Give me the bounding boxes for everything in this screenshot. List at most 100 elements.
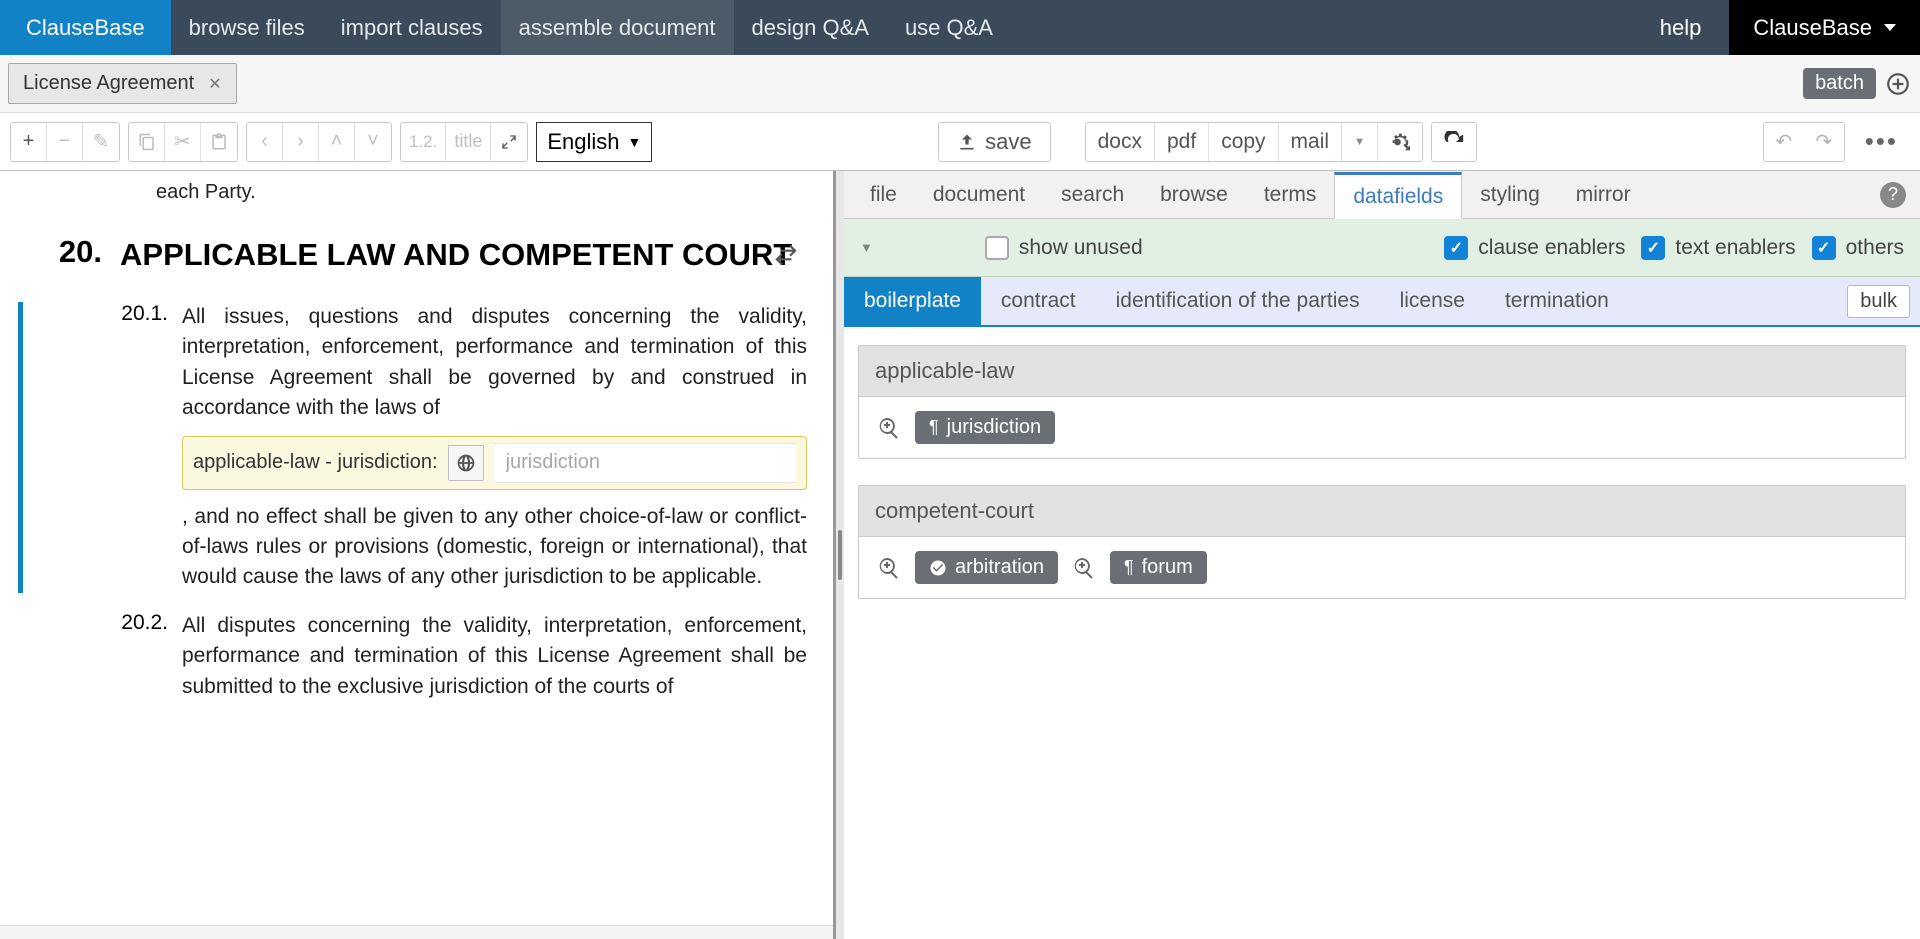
others-toggle[interactable]: others [1812, 236, 1904, 260]
doc-tab[interactable]: License Agreement ✕ [8, 63, 237, 104]
checkbox-checked[interactable] [1641, 236, 1665, 260]
clause-enablers-toggle[interactable]: clause enablers [1444, 236, 1625, 260]
bulk-button[interactable]: bulk [1847, 285, 1910, 318]
horizontal-scrollbar[interactable] [0, 925, 833, 939]
add-document-button[interactable] [1884, 70, 1912, 98]
nav-use-qa[interactable]: use Q&A [887, 0, 1011, 55]
collapse-button[interactable] [491, 123, 527, 161]
category-tabs: boilerplate contract identification of t… [844, 277, 1920, 327]
others-label: others [1846, 236, 1904, 260]
top-nav: ClauseBase browse files import clauses a… [0, 0, 1920, 55]
redo-button[interactable]: ↷ [1804, 123, 1844, 161]
zoom-icon[interactable] [875, 414, 903, 442]
filter-dropdown[interactable]: ▼ [860, 240, 873, 255]
export-settings[interactable] [1378, 123, 1422, 161]
export-mail[interactable]: mail [1279, 123, 1343, 161]
cat-contract[interactable]: contract [981, 277, 1096, 325]
paste-button[interactable] [201, 123, 237, 161]
document-scroll[interactable]: each Party. 20. APPLICABLE LAW AND COMPE… [0, 171, 833, 925]
copy-button[interactable] [129, 123, 165, 161]
checkbox-checked[interactable] [1444, 236, 1468, 260]
clause-body[interactable]: All disputes concerning the validity, in… [182, 611, 807, 702]
nav-import-clauses[interactable]: import clauses [323, 0, 501, 55]
up-button[interactable]: ˄ [319, 123, 355, 161]
save-button[interactable]: save [938, 122, 1050, 162]
save-label: save [985, 129, 1031, 155]
section-number: 20. [46, 234, 102, 270]
help-link[interactable]: help [1632, 0, 1730, 55]
next-button[interactable]: › [283, 123, 319, 161]
more-button[interactable]: ••• [1853, 126, 1910, 157]
cat-termination[interactable]: termination [1485, 277, 1629, 325]
show-unused-toggle[interactable]: show unused [985, 236, 1143, 260]
export-group: docx pdf copy mail ▼ [1085, 122, 1423, 162]
right-pane: file document search browse terms datafi… [844, 171, 1920, 939]
edit-button[interactable]: ✎ [83, 123, 119, 161]
tab-file[interactable]: file [852, 171, 915, 218]
language-select[interactable]: English ▼ [536, 122, 652, 162]
clause-enablers-label: clause enablers [1478, 236, 1625, 260]
toolbar: + − ✎ ✂ ‹ › ˄ ˅ 1.2. title English ▼ sav… [0, 113, 1920, 171]
nav-design-qa[interactable]: design Q&A [734, 0, 887, 55]
pill-forum[interactable]: ¶ forum [1110, 551, 1207, 584]
show-unused-label: show unused [1019, 236, 1143, 260]
tab-styling[interactable]: styling [1462, 171, 1558, 218]
brand-dropdown[interactable]: ClauseBase [1729, 0, 1920, 55]
jurisdiction-input[interactable] [494, 443, 796, 483]
tab-search[interactable]: search [1043, 171, 1142, 218]
clause-number: 20.1. [114, 302, 168, 326]
export-dropdown[interactable]: ▼ [1342, 123, 1378, 161]
cat-license[interactable]: license [1380, 277, 1485, 325]
logo: ClauseBase [0, 0, 171, 55]
refresh-button[interactable] [1431, 122, 1477, 162]
clause-text-b: , and no effect shall be given to any ot… [182, 505, 807, 589]
df-group-applicable-law: applicable-law ¶ jurisdiction [858, 345, 1906, 459]
checkbox-unchecked[interactable] [985, 236, 1009, 260]
help-icon[interactable]: ? [1880, 182, 1906, 208]
numbering-button[interactable]: 1.2. [401, 123, 446, 161]
undo-button[interactable]: ↶ [1764, 123, 1804, 161]
pill-label: jurisdiction [947, 416, 1041, 439]
swap-icon[interactable] [773, 242, 799, 271]
text-enablers-label: text enablers [1675, 236, 1795, 260]
df-group-title: competent-court [859, 486, 1905, 537]
close-icon[interactable]: ✕ [208, 74, 221, 94]
cat-boilerplate[interactable]: boilerplate [844, 277, 981, 325]
batch-button[interactable]: batch [1803, 68, 1876, 99]
tab-terms[interactable]: terms [1246, 171, 1335, 218]
pane-splitter[interactable] [836, 171, 844, 939]
export-pdf[interactable]: pdf [1155, 123, 1209, 161]
add-button[interactable]: + [11, 123, 47, 161]
export-copy[interactable]: copy [1209, 123, 1278, 161]
checkbox-checked[interactable] [1812, 236, 1836, 260]
df-group-competent-court: competent-court arbitration ¶ forum [858, 485, 1906, 599]
upload-icon [957, 132, 977, 152]
prev-button[interactable]: ‹ [247, 123, 283, 161]
pill-jurisdiction[interactable]: ¶ jurisdiction [915, 411, 1055, 444]
globe-button[interactable] [448, 445, 484, 481]
clause-text-a: All issues, questions and disputes conce… [182, 305, 807, 419]
pilcrow-icon: ¶ [1124, 557, 1134, 578]
pill-arbitration[interactable]: arbitration [915, 551, 1058, 584]
document-tabstrip: License Agreement ✕ batch [0, 55, 1920, 113]
tab-document[interactable]: document [915, 171, 1043, 218]
zoom-icon[interactable] [875, 554, 903, 582]
tab-datafields[interactable]: datafields [1334, 172, 1462, 219]
title-button[interactable]: title [446, 123, 491, 161]
section-title: APPLICABLE LAW AND COMPETENT COURT [120, 234, 807, 276]
remove-button[interactable]: − [47, 123, 83, 161]
nav-browse-files[interactable]: browse files [171, 0, 323, 55]
datafields-container: applicable-law ¶ jurisdiction competent-… [844, 327, 1920, 939]
tab-mirror[interactable]: mirror [1558, 171, 1649, 218]
brand-label: ClauseBase [1753, 15, 1872, 41]
down-button[interactable]: ˅ [355, 123, 391, 161]
clause-body[interactable]: All issues, questions and disputes conce… [182, 302, 807, 593]
cut-button[interactable]: ✂ [165, 123, 201, 161]
zoom-icon[interactable] [1070, 554, 1098, 582]
nav-assemble-document[interactable]: assemble document [501, 0, 734, 55]
tab-browse[interactable]: browse [1142, 171, 1246, 218]
text-enablers-toggle[interactable]: text enablers [1641, 236, 1795, 260]
cat-identification[interactable]: identification of the parties [1096, 277, 1380, 325]
doc-fragment: each Party. [156, 181, 807, 204]
export-docx[interactable]: docx [1086, 123, 1155, 161]
